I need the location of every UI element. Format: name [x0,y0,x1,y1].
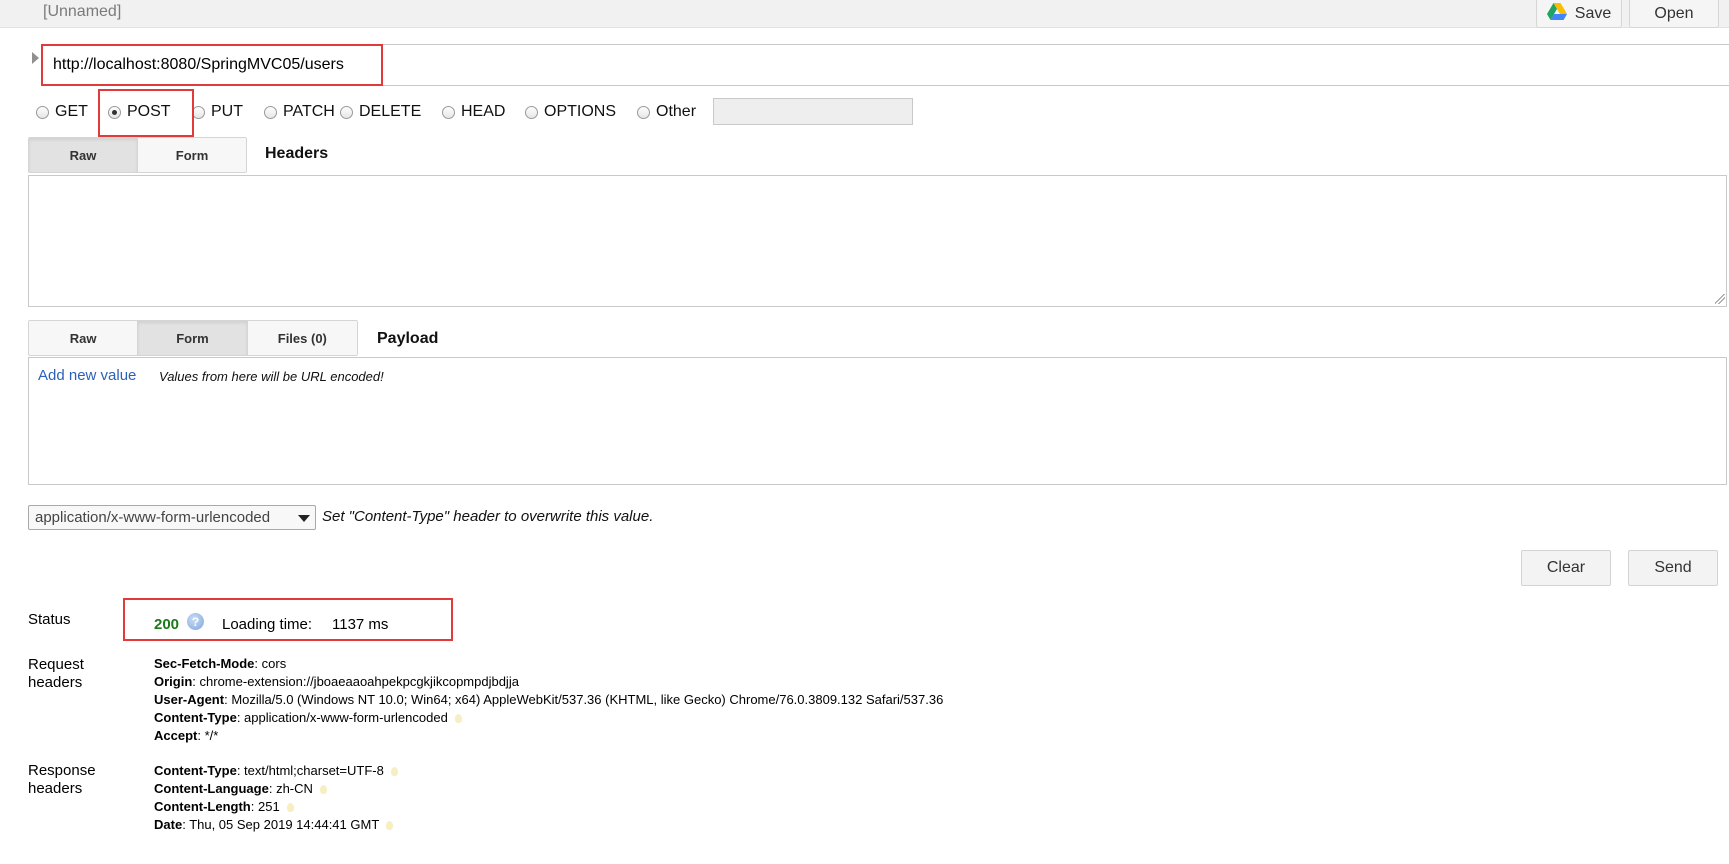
method-head[interactable]: HEAD [442,101,505,123]
method-patch[interactable]: PATCH [264,101,335,123]
request-header-row: Sec-Fetch-Mode: cors [154,656,287,671]
tab-payload-form[interactable]: Form [138,321,248,355]
radio-checked-icon[interactable] [108,105,121,119]
add-new-value-link[interactable]: Add new value [38,367,136,384]
radio-icon[interactable] [36,105,49,119]
radio-icon[interactable] [340,105,353,119]
method-get[interactable]: GET [36,101,88,123]
send-button[interactable]: Send [1628,550,1718,586]
headers-raw-input[interactable] [28,175,1727,307]
response-header-row: Date: Thu, 05 Sep 2019 14:44:41 GMT [154,817,394,833]
request-header-row: User-Agent: Mozilla/5.0 (Windows NT 10.0… [154,692,944,707]
method-put[interactable]: PUT [192,101,243,123]
content-type-selected: application/x-www-form-urlencoded [35,509,271,526]
lightbulb-icon[interactable] [390,767,398,776]
expand-arrow-icon[interactable] [32,52,39,64]
method-other[interactable]: Other [637,101,696,123]
lightbulb-icon[interactable] [286,803,294,812]
response-header-row: Content-Length: 251 [154,799,294,815]
request-header-row: Content-Type: application/x-www-form-url… [154,710,462,726]
request-headers-label: Request headers [28,656,84,691]
dropdown-arrow-icon[interactable] [298,515,310,522]
content-type-select[interactable]: application/x-www-form-urlencoded [28,505,316,530]
method-options[interactable]: OPTIONS [525,101,616,123]
radio-icon[interactable] [637,105,650,119]
headers-tabs: Raw Form [28,137,247,173]
help-icon[interactable]: ? [187,613,204,630]
open-button[interactable]: Open [1629,0,1719,28]
payload-tabs: Raw Form Files (0) [28,320,358,356]
url-encoded-note: Values from here will be URL encoded! [159,369,384,384]
loading-time-value: 1137 ms [332,616,389,633]
method-post[interactable]: POST [108,101,171,123]
top-bar [0,0,1729,28]
status-code: 200 [154,616,180,633]
radio-icon[interactable] [442,105,455,119]
request-header-row: Accept: */* [154,728,219,743]
lightbulb-icon[interactable] [319,785,327,794]
radio-icon[interactable] [192,105,205,119]
url-input[interactable] [42,44,1729,86]
tab-headers-form[interactable]: Form [138,138,246,172]
other-method-input[interactable] [713,98,913,125]
google-drive-icon [1546,2,1567,25]
tab-headers-raw[interactable]: Raw [29,138,138,172]
content-type-note: Set "Content-Type" header to overwrite t… [322,508,654,525]
status-label: Status [28,611,71,628]
project-name[interactable]: [Unnamed] [43,3,121,21]
resize-handle-icon[interactable] [1715,294,1725,304]
save-label: Save [1574,4,1612,22]
radio-icon[interactable] [264,105,277,119]
radio-icon[interactable] [525,105,538,119]
clear-button[interactable]: Clear [1521,550,1611,586]
lightbulb-icon[interactable] [454,714,462,723]
payload-title: Payload [377,330,439,347]
tab-payload-raw[interactable]: Raw [29,321,139,355]
loading-time-label: Loading time: [222,616,313,633]
method-delete[interactable]: DELETE [340,101,421,123]
lightbulb-icon[interactable] [386,821,394,830]
response-headers-label: Response headers [28,762,96,797]
response-header-row: Content-Type: text/html;charset=UTF-8 [154,763,398,779]
save-button[interactable]: Save [1536,0,1622,28]
response-header-row: Content-Language: zh-CN [154,781,327,797]
headers-title: Headers [265,145,329,162]
request-header-row: Origin: chrome-extension://jboaeaaoahpek… [154,674,519,689]
tab-payload-files[interactable]: Files (0) [247,321,357,355]
